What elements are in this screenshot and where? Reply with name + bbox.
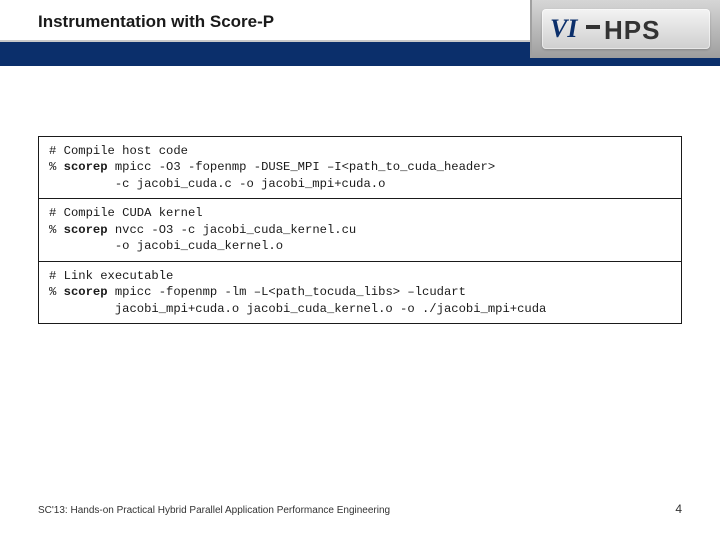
slide-header: Instrumentation with Score-P VI HPS bbox=[0, 0, 720, 58]
code-comment: # Compile host code bbox=[49, 144, 188, 158]
code-line: nvcc -O3 -c jacobi_cuda_kernel.cu bbox=[108, 223, 357, 237]
vi-hps-logo-icon: VI HPS bbox=[550, 11, 702, 47]
code-line: mpicc -fopenmp -lm –L<path_tocuda_libs> … bbox=[108, 285, 466, 299]
logo-container: VI HPS bbox=[530, 0, 720, 58]
vi-hps-logo: VI HPS bbox=[542, 9, 710, 49]
code-line: -c jacobi_cuda.c -o jacobi_mpi+cuda.o bbox=[49, 177, 385, 191]
code-prompt: % bbox=[49, 160, 64, 174]
code-line: jacobi_mpi+cuda.o jacobi_cuda_kernel.o -… bbox=[49, 302, 546, 316]
slide-title: Instrumentation with Score-P bbox=[38, 12, 274, 32]
code-block-link: # Link executable % scorep mpicc -fopenm… bbox=[38, 261, 682, 324]
page-number: 4 bbox=[675, 502, 682, 516]
footer-text: SC'13: Hands-on Practical Hybrid Paralle… bbox=[38, 505, 390, 516]
code-scorep: scorep bbox=[64, 160, 108, 174]
code-prompt: % bbox=[49, 285, 64, 299]
logo-hps: HPS bbox=[604, 15, 660, 45]
logo-dash-icon bbox=[586, 25, 600, 29]
code-scorep: scorep bbox=[64, 285, 108, 299]
code-block-compile-host: # Compile host code % scorep mpicc -O3 -… bbox=[38, 136, 682, 198]
code-scorep: scorep bbox=[64, 223, 108, 237]
code-prompt: % bbox=[49, 223, 64, 237]
code-comment: # Link executable bbox=[49, 269, 173, 283]
code-line: -o jacobi_cuda_kernel.o bbox=[49, 239, 283, 253]
code-block-compile-kernel: # Compile CUDA kernel % scorep nvcc -O3 … bbox=[38, 198, 682, 260]
code-line: mpicc -O3 -fopenmp -DUSE_MPI –I<path_to_… bbox=[108, 160, 496, 174]
content-area: # Compile host code % scorep mpicc -O3 -… bbox=[38, 136, 682, 324]
code-comment: # Compile CUDA kernel bbox=[49, 206, 203, 220]
logo-vi: VI bbox=[550, 14, 578, 43]
